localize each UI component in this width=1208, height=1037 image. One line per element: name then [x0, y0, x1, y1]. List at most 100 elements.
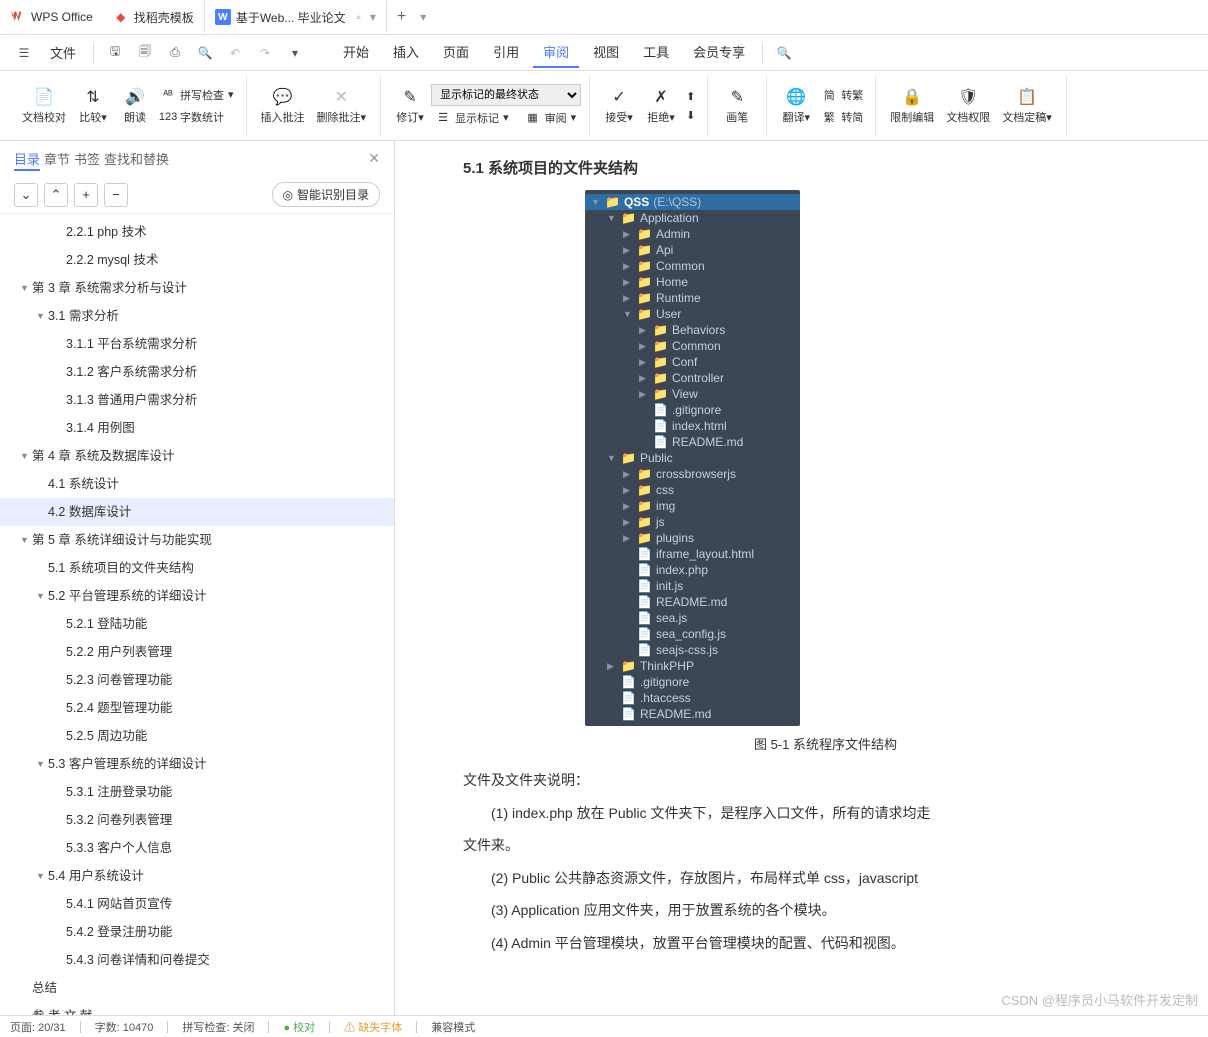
- doc-check-button[interactable]: 📄文档校对: [16, 85, 72, 127]
- doc-permission-button[interactable]: 🛡文档权限: [940, 85, 996, 127]
- pen-button[interactable]: ✎画笔: [716, 85, 758, 127]
- sidebar-tab-1[interactable]: 章节: [44, 152, 70, 167]
- word-count[interactable]: 字数: 10470: [95, 1019, 154, 1035]
- show-mark-button[interactable]: ☰显示标记▾: [431, 108, 513, 128]
- undo-icon[interactable]: ↶: [221, 39, 249, 67]
- page-indicator[interactable]: 页面: 20/31: [10, 1019, 66, 1035]
- translate-button[interactable]: 🌐翻译▾: [775, 85, 817, 127]
- accept-button[interactable]: ✓接受▾: [598, 85, 640, 127]
- spell-check-button[interactable]: ᴬᴮ拼写检查▾: [156, 85, 238, 105]
- toc-item[interactable]: 5.3.3 客户个人信息: [0, 834, 394, 862]
- to-simplified-button[interactable]: 繁转简: [817, 107, 867, 127]
- toc-item[interactable]: 3.1.4 用例图: [0, 414, 394, 442]
- toc-item[interactable]: 4.2 数据库设计: [0, 498, 394, 526]
- tab-dropdown-icon[interactable]: ▾: [370, 10, 376, 24]
- toc-item[interactable]: ▼5.3 客户管理系统的详细设计: [0, 750, 394, 778]
- revise-button[interactable]: ✎修订▾: [389, 85, 431, 127]
- redo-icon[interactable]: ↷: [251, 39, 279, 67]
- hamburger-icon[interactable]: ☰: [10, 39, 38, 67]
- toc-item[interactable]: 5.2.1 登陆功能: [0, 610, 394, 638]
- save-icon[interactable]: 🖫: [101, 39, 129, 67]
- toc-item[interactable]: 2.2.1 php 技术: [0, 218, 394, 246]
- toc-item[interactable]: 5.3.2 问卷列表管理: [0, 806, 394, 834]
- compare-button[interactable]: ⇅比较▾: [72, 85, 114, 127]
- ribbon: 📄文档校对 ⇅比较▾ 🔊朗读 ᴬᴮ拼写检查▾ 123字数统计 💬插入批注 ✕删除…: [0, 71, 1208, 141]
- toc-item[interactable]: 4.1 系统设计: [0, 470, 394, 498]
- insert-comment-button[interactable]: 💬插入批注: [255, 85, 311, 127]
- toc-item[interactable]: 参 考 文 献: [0, 1002, 394, 1015]
- prev-change-icon[interactable]: ⬆: [682, 88, 699, 105]
- toc-item[interactable]: 5.2.4 题型管理功能: [0, 694, 394, 722]
- file-tree-image: ▼📁 QSS (E:\QSS)▼📁 Application▶📁 Admin▶📁 …: [585, 190, 800, 726]
- toc-item[interactable]: ▼第 3 章 系统需求分析与设计: [0, 274, 394, 302]
- tab-overflow-icon[interactable]: ▾: [420, 10, 426, 24]
- tab-templates[interactable]: ◆ 找稻壳模板: [103, 1, 205, 33]
- menu-7[interactable]: 会员专享: [683, 37, 755, 68]
- toc-item[interactable]: 5.4.1 网站首页宣传: [0, 890, 394, 918]
- proof-status[interactable]: ● 校对: [283, 1019, 315, 1035]
- search-icon[interactable]: 🔍: [770, 39, 798, 67]
- delete-comment-button[interactable]: ✕删除批注▾: [311, 85, 373, 127]
- toc-item[interactable]: ▼3.1 需求分析: [0, 302, 394, 330]
- print-icon[interactable]: ⎙: [161, 39, 189, 67]
- document-page: 5.1 系统项目的文件夹结构 ▼📁 QSS (E:\QSS)▼📁 Applica…: [395, 141, 1208, 1015]
- restrict-edit-button[interactable]: 🔒限制编辑: [884, 85, 940, 127]
- to-traditional-button[interactable]: 简转繁: [817, 85, 867, 105]
- sidebar-toolbar: ⌄ ⌃ + − ◎ 智能识别目录: [0, 176, 394, 214]
- sidebar-tab-0[interactable]: 目录: [14, 152, 40, 171]
- menu-4[interactable]: 审阅: [533, 37, 579, 68]
- add-heading-button[interactable]: +: [74, 183, 98, 207]
- spell-status[interactable]: 拼写检查: 关闭: [182, 1019, 254, 1035]
- toc-item[interactable]: ▼第 4 章 系统及数据库设计: [0, 442, 394, 470]
- document-viewport[interactable]: 5.1 系统项目的文件夹结构 ▼📁 QSS (E:\QSS)▼📁 Applica…: [395, 141, 1208, 1015]
- menu-more-icon[interactable]: ▾: [281, 39, 309, 67]
- word-count-button[interactable]: 123字数统计: [156, 107, 238, 127]
- expand-up-button[interactable]: ⌃: [44, 183, 68, 207]
- file-menu[interactable]: 文件: [40, 38, 86, 67]
- new-icon[interactable]: 🗐: [131, 39, 159, 67]
- sidebar-tab-2[interactable]: 书签: [74, 152, 100, 167]
- smart-toc-button[interactable]: ◎ 智能识别目录: [272, 182, 381, 207]
- read-aloud-button[interactable]: 🔊朗读: [114, 85, 156, 127]
- review-button[interactable]: ▦审阅▾: [521, 108, 581, 128]
- tab-document[interactable]: W 基于Web... 毕业论文 ▫ ▾: [205, 1, 387, 33]
- menu-5[interactable]: 视图: [583, 37, 629, 68]
- missing-font-status[interactable]: ⚠ 缺失字体: [344, 1019, 402, 1035]
- toc-item[interactable]: 5.4.2 登录注册功能: [0, 918, 394, 946]
- toc-item[interactable]: 2.2.2 mysql 技术: [0, 246, 394, 274]
- reject-button[interactable]: ✗拒绝▾: [640, 85, 682, 127]
- menu-3[interactable]: 引用: [483, 37, 529, 68]
- paragraph: 文件及文件夹说明：: [463, 767, 1188, 794]
- toc-item[interactable]: 5.2.5 周边功能: [0, 722, 394, 750]
- mark-state-select[interactable]: 显示标记的最终状态: [431, 84, 581, 106]
- toc-item[interactable]: 5.2.3 问卷管理功能: [0, 666, 394, 694]
- remove-heading-button[interactable]: −: [104, 183, 128, 207]
- menu-0[interactable]: 开始: [333, 37, 379, 68]
- toc-item[interactable]: 3.1.1 平台系统需求分析: [0, 330, 394, 358]
- toc-item[interactable]: 5.4.3 问卷详情和问卷提交: [0, 946, 394, 974]
- paragraph: (3) Application 应用文件夹，用于放置系统的各个模块。: [463, 897, 1188, 924]
- toc-item[interactable]: ▼5.4 用户系统设计: [0, 862, 394, 890]
- toc-item[interactable]: 总结: [0, 974, 394, 1002]
- toc-item[interactable]: ▼5.2 平台管理系统的详细设计: [0, 582, 394, 610]
- collapse-all-button[interactable]: ⌄: [14, 183, 38, 207]
- next-change-icon[interactable]: ⬇: [682, 107, 699, 124]
- tab-menu-icon[interactable]: ▫: [357, 10, 361, 24]
- sidebar-tab-3[interactable]: 查找和替换: [104, 152, 169, 167]
- menu-6[interactable]: 工具: [633, 37, 679, 68]
- menu-2[interactable]: 页面: [433, 37, 479, 68]
- paragraph: (2) Public 公共静态资源文件，存放图片，布局样式单 css，javas…: [463, 865, 1188, 892]
- title-bar: WPS Office ◆ 找稻壳模板 W 基于Web... 毕业论文 ▫ ▾ +…: [0, 0, 1208, 35]
- toc-item[interactable]: ▼第 5 章 系统详细设计与功能实现: [0, 526, 394, 554]
- toc-item[interactable]: 5.3.1 注册登录功能: [0, 778, 394, 806]
- add-tab-button[interactable]: +: [387, 8, 416, 26]
- doc-final-button[interactable]: 📋文档定稿▾: [996, 85, 1058, 127]
- toc-item[interactable]: 5.2.2 用户列表管理: [0, 638, 394, 666]
- toc-item[interactable]: 3.1.2 客户系统需求分析: [0, 358, 394, 386]
- toc-item[interactable]: 5.1 系统项目的文件夹结构: [0, 554, 394, 582]
- menu-1[interactable]: 插入: [383, 37, 429, 68]
- compat-mode[interactable]: 兼容模式: [431, 1019, 475, 1035]
- toc-item[interactable]: 3.1.3 普通用户需求分析: [0, 386, 394, 414]
- close-icon[interactable]: ✕: [368, 150, 380, 167]
- preview-icon[interactable]: 🔍: [191, 39, 219, 67]
